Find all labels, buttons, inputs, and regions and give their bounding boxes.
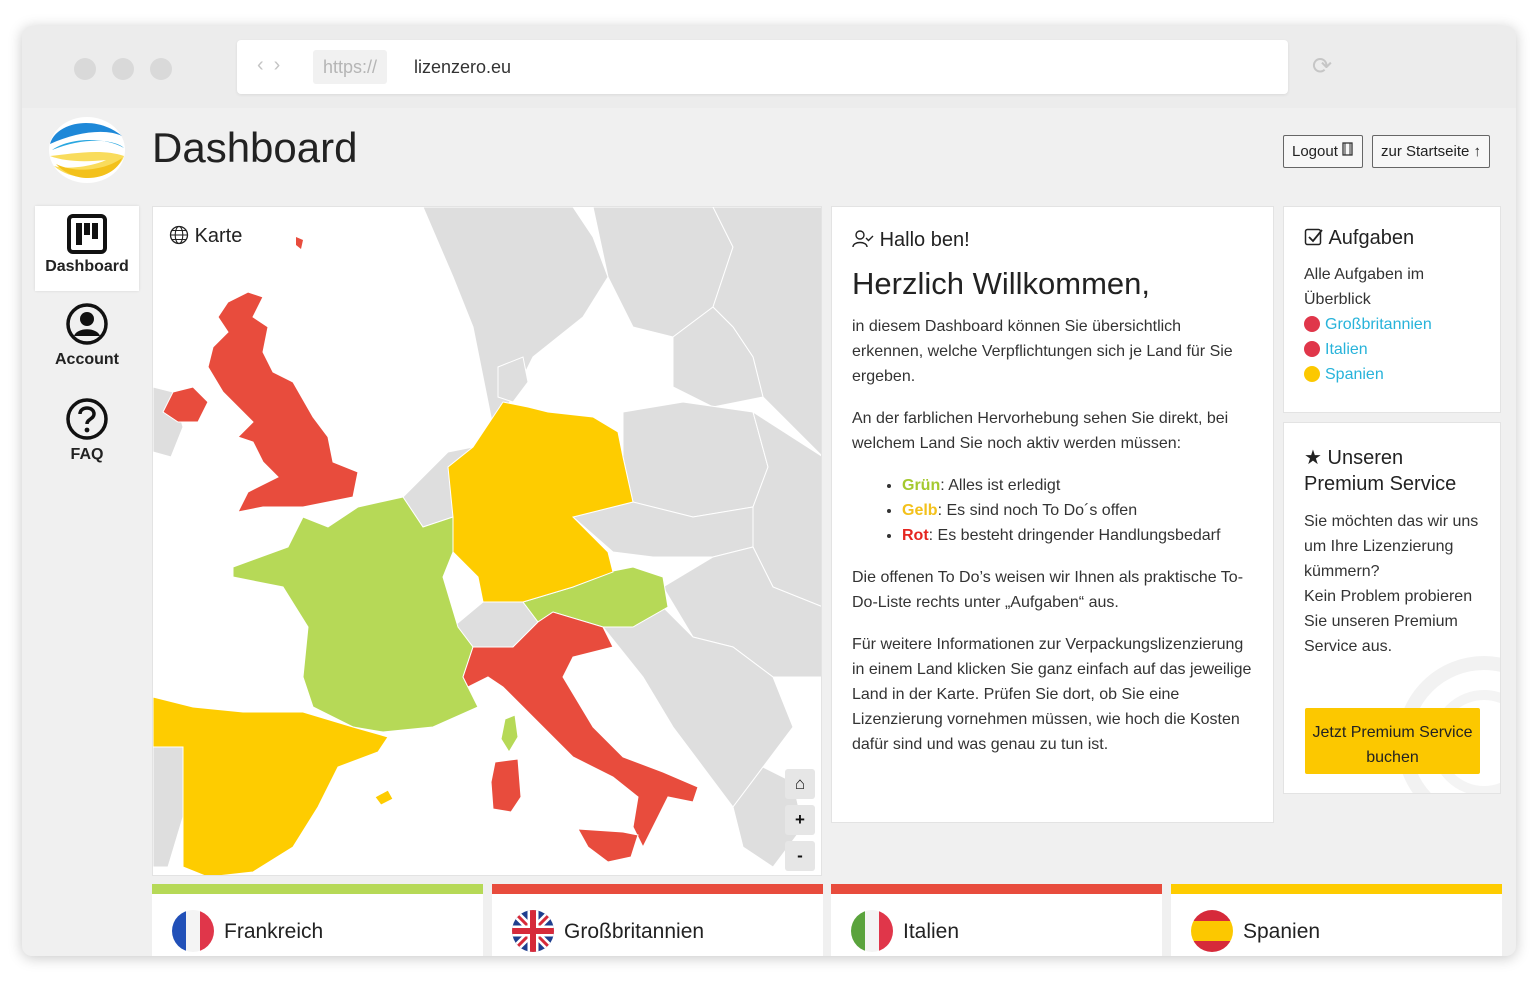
flag-italy-icon [851,910,893,952]
url-domain[interactable]: lizenzero.eu [414,40,511,94]
address-bar[interactable]: ‹› https:// lizenzero.eu [237,40,1288,94]
premium-title: Unseren Premium Service [1304,447,1457,495]
premium-text-2: Kein Problem probieren Sie unseren Premi… [1304,588,1473,655]
country-name: Spanien [1243,920,1321,943]
country-name: Italien [903,920,960,943]
legend-item: Rot: Es besteht dringender Handlungsbeda… [902,523,1253,548]
map-home-button[interactable]: ⌂ [785,769,815,799]
premium-text-1: Sie möchten das wir uns um Ihre Lizenzie… [1304,513,1479,580]
greeting-text: Hallo ben! [879,229,970,251]
map-country-france[interactable] [232,496,479,733]
legend-item: Gelb: Es sind noch To Do´s offen [902,498,1253,523]
country-card-italy[interactable]: Italien [831,884,1162,956]
window-close-dot[interactable] [74,58,96,80]
map-title: Karte [194,225,243,247]
task-item-italy[interactable]: Italien [1304,337,1480,362]
task-item-great-britain[interactable]: Großbritannien [1304,312,1480,337]
tasks-card: Aufgaben Alle Aufgaben im Überblick Groß… [1283,206,1501,413]
welcome-paragraph-1: in diesem Dashboard können Sie übersicht… [852,318,1233,385]
tasks-intro: Alle Aufgaben im Überblick [1304,266,1425,308]
country-card-spain[interactable]: Spanien [1171,884,1502,956]
welcome-title: Herzlich Willkommen, [852,266,1150,301]
map-header: Karte [169,225,242,248]
map-country-balearics[interactable] [374,789,394,806]
map-country-sardinia[interactable] [490,758,522,813]
country-card-france[interactable]: Frankreich [152,884,483,956]
legend-text: : Es besteht dringender Handlungsbedarf [928,527,1221,544]
europe-map[interactable] [153,207,822,876]
page-title: Dashboard [152,124,358,171]
status-dot [1304,366,1320,382]
task-label[interactable]: Großbritannien [1325,316,1432,333]
map-card: Karte ⌂ + - [152,206,822,876]
country-name: Frankreich [224,920,324,943]
map-country-germany[interactable] [447,401,634,603]
premium-card: ★ Unseren Premium Service Sie möchten da… [1283,422,1501,794]
door-icon [1342,142,1353,156]
legend-key: Rot [902,527,929,544]
task-label[interactable]: Spanien [1325,366,1384,383]
legend-text: : Alles ist erledigt [940,477,1061,494]
task-label[interactable]: Italien [1325,341,1368,358]
map-country-portugal [153,746,184,868]
book-premium-button[interactable]: Jetzt Premium Service buchen [1305,708,1480,774]
logout-label: Logout [1292,143,1338,160]
back-forward-icon[interactable]: ‹› [257,54,290,77]
sidebar-item-label: Dashboard [45,258,129,275]
flag-spain-icon [1191,910,1233,952]
legend-item: Grün: Alles ist erledigt [902,473,1253,498]
status-legend: Grün: Alles ist erledigt Gelb: Es sind n… [902,473,1253,548]
task-item-spain[interactable]: Spanien [1304,362,1480,387]
status-dot [1304,341,1320,357]
arrow-up-icon: ↑ [1473,143,1482,160]
map-country-great-britain[interactable] [207,291,359,513]
sidebar-item-label: Account [55,351,119,368]
question-circle-icon [66,398,108,440]
tasks-title: Aufgaben [1328,227,1415,249]
flag-uk-icon [512,910,554,952]
welcome-paragraph-3: Die offenen To Do’s weisen wir Ihnen als… [852,569,1244,611]
status-dot [1304,316,1320,332]
logout-button[interactable]: Logout [1283,135,1364,168]
window-maximize-dot[interactable] [150,58,172,80]
browser-window: ‹› https:// lizenzero.eu ⟳ Dashboard Log… [22,26,1516,956]
flag-france-icon [172,910,214,952]
tasks-header: Aufgaben [1304,227,1480,250]
home-label: zur Startseite [1381,143,1470,160]
country-card-great-britain[interactable]: Großbritannien [492,884,823,956]
country-name: Großbritannien [564,920,705,943]
map-country-sicily[interactable] [577,828,639,863]
reload-icon[interactable]: ⟳ [1312,52,1332,81]
user-check-icon [852,230,874,248]
premium-header: ★ Unseren Premium Service [1304,445,1480,497]
sidebar-item-account[interactable]: Account [35,299,139,384]
checkbox-icon [1304,228,1323,246]
greeting: Hallo ben! [852,229,1253,252]
sidebar: Dashboard Account FAQ [35,206,139,479]
welcome-paragraph-4: Für weitere Informationen zur Verpackung… [852,636,1252,753]
user-circle-icon [66,303,108,345]
lizenzero-logo[interactable] [46,114,128,186]
map-country-shetland[interactable] [296,237,303,249]
window-minimize-dot[interactable] [112,58,134,80]
legend-key: Gelb [902,502,938,519]
legend-key: Grün [902,477,941,494]
welcome-card: Hallo ben! Herzlich Willkommen, in diese… [831,206,1274,823]
sidebar-item-label: FAQ [70,446,104,463]
star-icon: ★ [1304,447,1322,469]
url-protocol: https:// [313,50,388,84]
map-zoom-in-button[interactable]: + [785,805,815,835]
map-country-corsica[interactable] [500,714,519,753]
home-button[interactable]: zur Startseite ↑ [1372,135,1491,168]
legend-text: : Es sind noch To Do´s offen [937,502,1138,519]
welcome-paragraph-2: An der farblichen Hervorhebung sehen Sie… [852,410,1229,452]
browser-chrome: ‹› https:// lizenzero.eu ⟳ [22,26,1516,108]
kanban-icon [67,214,107,254]
map-country-poland [622,401,769,518]
sidebar-item-dashboard[interactable]: Dashboard [35,206,139,291]
map-zoom-out-button[interactable]: - [785,841,815,871]
sidebar-item-faq[interactable]: FAQ [35,394,139,479]
globe-icon [169,225,189,245]
